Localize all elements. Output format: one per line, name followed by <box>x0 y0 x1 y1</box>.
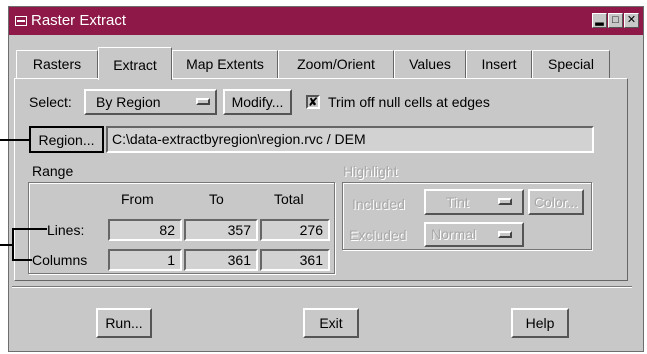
callout-line-range <box>0 244 12 246</box>
region-path-text: C:\data-extractbyregion\region.rvc / DEM <box>112 131 366 147</box>
lines-total-field: 276 <box>260 219 330 241</box>
included-dropdown[interactable]: Tint <box>424 189 524 215</box>
callout-line-region <box>0 139 29 141</box>
select-label: Select: <box>29 94 72 110</box>
option-menu-icon <box>498 198 512 205</box>
callout-line-columns <box>12 259 32 261</box>
excluded-label: Excluded <box>349 227 407 243</box>
lines-label: Lines: <box>47 222 85 238</box>
columns-from-field[interactable]: 1 <box>108 249 182 271</box>
columns-label: Columns <box>32 252 88 268</box>
option-menu-icon <box>498 231 512 238</box>
excluded-dropdown[interactable]: Normal <box>424 222 524 247</box>
modify-button[interactable]: Modify... <box>223 89 292 115</box>
callout-line-lines <box>12 228 47 230</box>
color-button[interactable]: Color... <box>528 189 584 215</box>
excluded-value: Normal <box>431 226 477 242</box>
checkmark-icon: ✘ <box>308 95 319 109</box>
range-header-total: Total <box>274 191 304 207</box>
trim-label: Trim off null cells at edges <box>328 94 490 110</box>
callout-bracket <box>12 228 14 261</box>
select-value: By Region <box>96 94 161 110</box>
included-value: Tint <box>446 194 469 210</box>
range-header-to: To <box>209 191 224 207</box>
select-dropdown[interactable]: By Region <box>84 89 217 115</box>
panel-content: Select: By Region Modify... ✘ Trim off n… <box>0 0 647 354</box>
lines-to-field[interactable]: 357 <box>184 219 258 241</box>
region-path-field[interactable]: C:\data-extractbyregion\region.rvc / DEM <box>106 126 594 153</box>
columns-to-field[interactable]: 361 <box>184 249 258 271</box>
included-label: Included <box>352 196 405 212</box>
region-button[interactable]: Region... <box>29 126 104 153</box>
range-title: Range <box>32 163 74 179</box>
lines-from-field[interactable]: 82 <box>108 219 182 241</box>
option-menu-icon <box>196 98 210 105</box>
columns-total-field: 361 <box>260 249 330 271</box>
highlight-title: Highlight <box>343 163 398 179</box>
trim-checkbox[interactable]: ✘ <box>306 95 320 109</box>
range-header-from: From <box>121 191 154 207</box>
